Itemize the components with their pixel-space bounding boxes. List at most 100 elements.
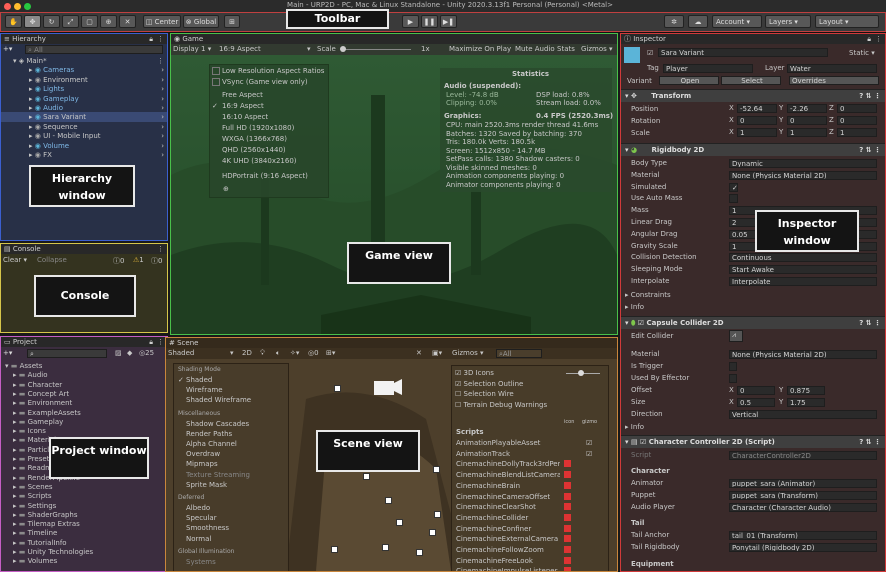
active-checkbox[interactable]: ☑: [647, 49, 653, 57]
shading-menu-item[interactable]: Shaded: [186, 376, 212, 384]
component-menu-icon[interactable]: ? ⇅ ⋮: [859, 317, 881, 329]
audio-player-field[interactable]: Character (Character Audio): [729, 503, 877, 512]
shading-menu-item[interactable]: Alpha Channel: [186, 440, 237, 448]
rect-tool-button[interactable]: ▢: [81, 15, 98, 28]
lock-icon[interactable]: 🔒︎: [867, 34, 871, 44]
script-icon[interactable]: [564, 460, 571, 468]
lighting-icon[interactable]: 💡︎: [260, 349, 265, 358]
aspect-menu-item[interactable]: Low Resolution Aspect Ratios: [222, 67, 324, 75]
light-gizmo-icon[interactable]: [334, 385, 341, 392]
play-button[interactable]: ▶: [402, 15, 419, 28]
shading-menu-item[interactable]: Render Paths: [186, 430, 232, 438]
stats-toggle[interactable]: Stats: [557, 45, 575, 53]
cloud-button[interactable]: ☁: [688, 15, 708, 28]
shading-menu-item[interactable]: Specular: [186, 514, 217, 522]
object-gizmo-icon[interactable]: [363, 473, 370, 480]
used-by-effector-checkbox[interactable]: [729, 374, 737, 383]
collab-button[interactable]: ✲: [664, 15, 684, 28]
animator-field[interactable]: puppet_sara (Animator): [729, 479, 877, 488]
gizmo-script-row[interactable]: CinemachineFreeLook: [452, 556, 608, 566]
script-icon[interactable]: [564, 471, 571, 479]
label-icon[interactable]: ◆: [127, 349, 132, 357]
gizmo-script-row[interactable]: AnimationPlayableAsset ☑: [452, 438, 608, 448]
object-gizmo-icon[interactable]: [433, 466, 440, 473]
rb-info-foldout[interactable]: ▸ Info: [625, 303, 644, 311]
transform-tool-button[interactable]: ⊕: [100, 15, 117, 28]
checkbox-icon[interactable]: [212, 67, 220, 75]
gizmo-script-row[interactable]: CinemachineClearShot: [452, 502, 608, 512]
shading-menu-item[interactable]: Albedo: [186, 504, 210, 512]
aspect-menu-item[interactable]: 4K UHD (3840x2160): [222, 157, 297, 165]
transform-rot-x-field[interactable]: 0: [737, 116, 777, 125]
scale-slider-handle[interactable]: [340, 46, 346, 52]
shading-menu-item[interactable]: Shaded Wireframe: [186, 396, 251, 404]
project-search-input[interactable]: ⌕: [27, 349, 107, 358]
hand-tool-button[interactable]: ✋: [5, 15, 22, 28]
capsule-info-foldout[interactable]: ▸ Info: [625, 423, 644, 431]
layout-dropdown[interactable]: Layout ▾: [815, 15, 879, 28]
puppet-field[interactable]: puppet_sara (Transform): [729, 491, 877, 500]
layer-dropdown[interactable]: Water: [787, 64, 877, 73]
overrides-dropdown[interactable]: Overrides: [789, 76, 879, 85]
offset-x-field[interactable]: 0: [737, 386, 775, 395]
script-icon[interactable]: [564, 556, 571, 564]
aspect-menu-item[interactable]: Free Aspect: [222, 91, 263, 99]
icon-size-handle[interactable]: [578, 370, 584, 376]
static-toggle[interactable]: Static ▾: [849, 49, 875, 57]
script-icon[interactable]: [564, 546, 571, 553]
close-window-icon[interactable]: [4, 3, 11, 10]
size-y-field[interactable]: 1.75: [787, 398, 825, 407]
gizmo-script-row[interactable]: CinemachineBrain: [452, 481, 608, 491]
capsule-material-field[interactable]: None (Physics Material 2D): [729, 350, 877, 359]
gizmos-dropdown[interactable]: Gizmos ▾: [452, 349, 484, 357]
warning-count[interactable]: ⚠1: [133, 256, 144, 264]
component-menu-icon[interactable]: ? ⇅ ⋮: [859, 436, 881, 448]
rigidbody-field-value[interactable]: ✓: [729, 182, 738, 192]
project-tab[interactable]: Project: [13, 338, 37, 346]
enabled-checkbox[interactable]: ☑: [640, 438, 646, 446]
collapse-button[interactable]: Collapse: [37, 256, 67, 264]
inspector-tab[interactable]: Inspector: [633, 35, 666, 43]
audio-icon[interactable]: 🔈︎: [276, 349, 280, 358]
transform-rot-y-field[interactable]: 0: [787, 116, 827, 125]
aspect-menu-item[interactable]: QHD (2560x1440): [222, 146, 286, 154]
aspect-dropdown[interactable]: 16:9 Aspect: [219, 45, 261, 53]
aspect-menu-item[interactable]: Full HD (1920x1080): [222, 124, 294, 132]
gizmo-script-row[interactable]: CinemachineDollyTrack3rdPersonAim: [452, 459, 608, 469]
gizmo-script-row[interactable]: CinemachineCollider: [452, 513, 608, 523]
add-aspect-icon[interactable]: ⊕: [223, 185, 229, 193]
pivot-space-button[interactable]: ⊗ Global: [183, 15, 219, 28]
gizmo-option[interactable]: ☑ Selection Outline: [455, 380, 523, 388]
gizmo-option[interactable]: ☐ Selection Wire: [455, 390, 514, 398]
layers-dropdown[interactable]: Layers ▾: [765, 15, 811, 28]
more-icon[interactable]: ⋮: [875, 34, 882, 44]
transform-pos-y-field[interactable]: -2.26: [787, 104, 827, 113]
object-gizmo-icon[interactable]: [382, 544, 389, 551]
script-icon[interactable]: [564, 567, 571, 571]
gizmo-script-row[interactable]: AnimationTrack ☑: [452, 449, 608, 459]
open-prefab-button[interactable]: Open: [659, 76, 719, 85]
clear-button[interactable]: Clear ▾: [3, 256, 27, 264]
transform-pos-z-field[interactable]: 0: [837, 104, 877, 113]
checkbox-icon[interactable]: ☑: [586, 438, 592, 448]
gizmo-script-row[interactable]: CinemachineFollowZoom: [452, 545, 608, 555]
gizmo-script-row[interactable]: CinemachineConfiner: [452, 524, 608, 534]
script-icon[interactable]: [564, 492, 571, 500]
display-dropdown[interactable]: Display 1 ▾: [173, 45, 211, 53]
camera-icon[interactable]: ▣▾: [432, 349, 442, 357]
enabled-checkbox[interactable]: ☑: [638, 319, 644, 327]
visibility-icon[interactable]: ◎25: [139, 349, 154, 357]
tail-anchor-field[interactable]: tail_01 (Transform): [729, 531, 877, 540]
tag-dropdown[interactable]: Player: [663, 64, 753, 73]
step-button[interactable]: ▶❚: [440, 15, 457, 28]
controller-header[interactable]: ▾ ▤ ☑ Character Controller 2D (Script) ?…: [621, 435, 885, 448]
gizmo-script-row[interactable]: CinemachineImpulseListener: [452, 566, 608, 571]
gizmo-option[interactable]: ☐ Terrain Debug Warnings: [455, 401, 547, 409]
aspect-menu-item[interactable]: WXGA (1366x768): [222, 135, 287, 143]
transform-scl-x-field[interactable]: 1: [737, 128, 777, 137]
more-icon[interactable]: ⋮: [157, 244, 164, 254]
gizmos-dropdown[interactable]: Gizmos ▾: [581, 45, 613, 53]
transform-scl-z-field[interactable]: 1: [837, 128, 877, 137]
more-icon[interactable]: ⋮: [157, 337, 164, 347]
edit-collider-button[interactable]: ⩘: [729, 330, 743, 342]
